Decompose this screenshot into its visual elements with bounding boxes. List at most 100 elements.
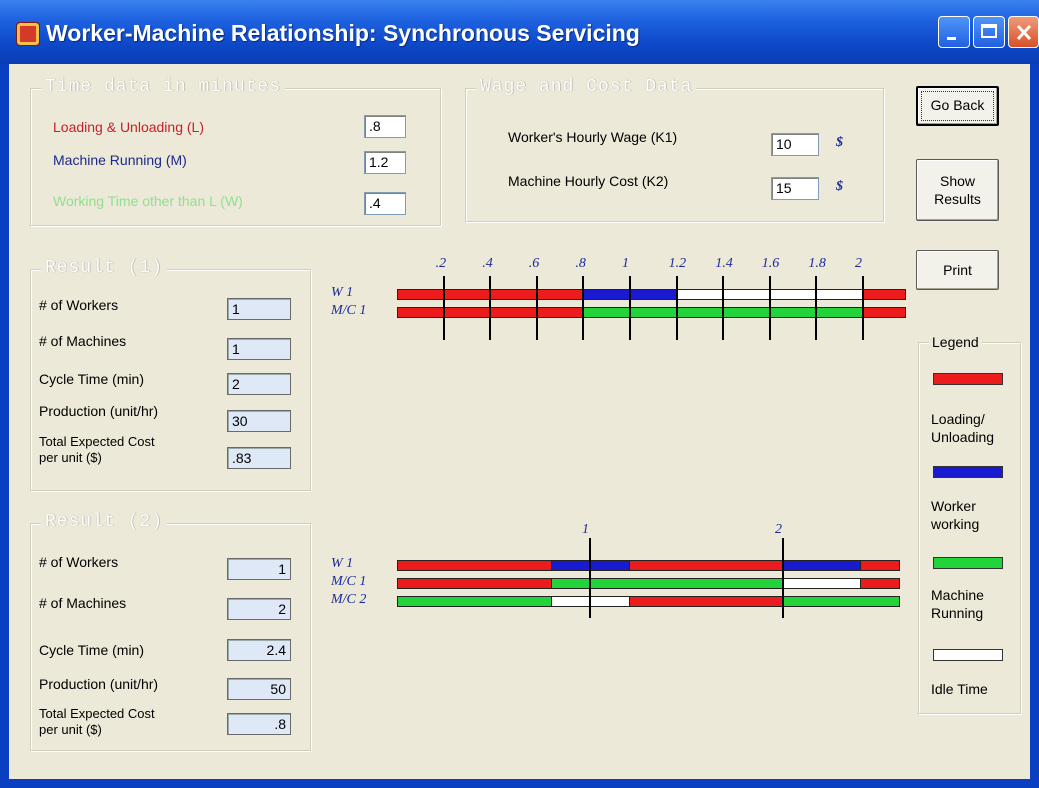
r1-workers-value: 1 <box>227 298 291 320</box>
legend-loading-swatch <box>933 373 1003 385</box>
r2-production-label: Production (unit/hr) <box>39 676 159 692</box>
result1-title: Result (1) <box>41 258 168 278</box>
gantt-tick-label: .6 <box>528 256 540 271</box>
wage-unit: $ <box>836 135 843 150</box>
show-results-button[interactable]: Show Results <box>916 159 999 221</box>
gantt-tick-line <box>489 276 492 340</box>
gantt-row-label: M/C 1 <box>331 303 367 318</box>
gantt-tick-label: .4 <box>482 256 493 271</box>
r1-production-label: Production (unit/hr) <box>39 403 159 419</box>
go-back-button[interactable]: Go Back <box>916 86 999 126</box>
gantt-bar-green <box>397 596 553 607</box>
r1-cost-label-1: Total Expected Cost <box>39 434 155 449</box>
working-time-input[interactable]: .4 <box>364 192 406 215</box>
gantt-chart-result1: W 1 M/C 1 .2 .4 .6 .8 1 1.2 1.4 1.6 1.8 2 <box>319 254 906 354</box>
wage-cost-group: Wage and Cost Data Worker's Hourly Wage … <box>465 77 884 222</box>
gantt-bar-blue <box>783 560 862 571</box>
legend-machine-1: Machine <box>931 587 984 603</box>
r1-cycle-value: 2 <box>227 373 291 395</box>
gantt-tick-line <box>862 276 864 340</box>
gantt-bar-red <box>863 289 906 300</box>
r1-production-value: 30 <box>227 410 291 432</box>
machine-running-input[interactable]: 1.2 <box>364 151 406 174</box>
maximize-icon <box>981 24 997 38</box>
gantt-bar-green <box>783 596 900 607</box>
legend-idle-swatch <box>933 649 1003 661</box>
gantt-tick-label: 1 <box>622 256 629 271</box>
gantt-bar-red <box>863 307 906 318</box>
print-button[interactable]: Print <box>916 250 999 290</box>
gantt-tick-label: .8 <box>575 256 586 271</box>
gantt-tick-label: 1 <box>582 522 589 537</box>
client-area: Time data in minutes Loading & Unloading… <box>9 64 1030 779</box>
r2-machines-value: 2 <box>227 598 291 620</box>
machine-cost-input[interactable]: 15 <box>771 177 819 200</box>
close-button[interactable] <box>1008 16 1039 48</box>
maximize-button[interactable] <box>973 16 1005 48</box>
close-icon <box>1016 24 1032 41</box>
r2-cycle-label: Cycle Time (min) <box>39 642 145 658</box>
worker-wage-input[interactable]: 10 <box>771 133 819 156</box>
minimize-button[interactable] <box>938 16 970 48</box>
legend-machine-2: Running <box>931 605 984 621</box>
go-back-label: Go Back <box>930 97 985 113</box>
legend-worker-1: Worker <box>931 498 976 514</box>
gantt-row-label: M/C 1 <box>331 574 367 589</box>
gantt-tick-label: 2 <box>775 522 782 537</box>
r2-cycle-value: 2.4 <box>227 639 291 661</box>
gantt-tick-label: 1.2 <box>668 256 687 271</box>
gantt-tick-line <box>768 276 771 340</box>
legend-loading-2: Unloading <box>931 429 995 445</box>
r1-workers-label: # of Workers <box>39 297 119 313</box>
r2-cost-label-2: per unit ($) <box>39 722 102 737</box>
result2-title: Result (2) <box>41 512 168 532</box>
result2-group: Result (2) # of Workers 1 # of Machines … <box>30 512 311 751</box>
title-bar[interactable]: Worker-Machine Relationship: Synchronous… <box>0 0 1039 64</box>
cost-unit: $ <box>836 179 843 194</box>
gantt-row-label: W 1 <box>331 556 354 571</box>
gantt-tick-label: 1.4 <box>715 256 733 271</box>
gantt-tick-line <box>815 276 818 340</box>
gantt-bar-green <box>551 578 784 589</box>
machine-cost-label: Machine Hourly Cost (K2) <box>508 173 669 189</box>
r2-production-value: 50 <box>227 678 291 700</box>
gantt-tick-label: 2 <box>855 256 862 271</box>
r1-cost-value: .83 <box>227 447 291 469</box>
gantt-tick-line <box>675 276 678 340</box>
loading-label: Loading & Unloading (L) <box>53 119 204 135</box>
result1-group: Result (1) # of Workers 1 # of Machines … <box>30 258 311 491</box>
time-data-title: Time data in minutes <box>41 77 286 97</box>
wage-cost-title: Wage and Cost Data <box>476 77 697 97</box>
r2-cost-value: .8 <box>227 713 291 735</box>
minimize-icon <box>947 37 956 40</box>
machine-running-label: Machine Running (M) <box>53 152 187 168</box>
legend-worker-swatch <box>933 466 1003 478</box>
gantt-tick-line <box>582 276 585 340</box>
r1-cycle-label: Cycle Time (min) <box>39 371 145 387</box>
time-data-group: Time data in minutes Loading & Unloading… <box>30 77 441 226</box>
show-results-label-2: Results <box>934 191 981 207</box>
gantt-tick-label: 1.8 <box>808 256 826 271</box>
gantt-chart-result2: W 1 M/C 1 M/C 2 1 2 <box>319 520 900 630</box>
loading-input[interactable]: .8 <box>364 115 406 138</box>
r2-workers-label: # of Workers <box>39 554 119 570</box>
working-time-label: Working Time other than L (W) <box>53 193 243 209</box>
gantt-tick-line <box>535 276 538 340</box>
r2-workers-value: 1 <box>227 558 291 580</box>
legend-title: Legend <box>929 334 982 350</box>
gantt-bar-red <box>860 578 900 589</box>
gantt-tick-line <box>589 538 591 618</box>
window-title: Worker-Machine Relationship: Synchronous… <box>46 20 640 46</box>
show-results-label-1: Show <box>939 173 976 189</box>
gantt-row-label: M/C 2 <box>331 592 367 607</box>
legend-machine-swatch <box>933 557 1003 569</box>
gantt-bar-red <box>628 596 784 607</box>
legend-group: Legend Loading/ Unloading Worker working… <box>918 334 1021 714</box>
app-icon[interactable] <box>16 22 40 46</box>
gantt-tick-line <box>629 276 631 340</box>
gantt-bar-red <box>628 560 784 571</box>
r1-machines-value: 1 <box>227 338 291 360</box>
gantt-row-label: W 1 <box>331 285 354 300</box>
gantt-bar-white <box>783 578 862 589</box>
gantt-tick-line <box>722 276 725 340</box>
